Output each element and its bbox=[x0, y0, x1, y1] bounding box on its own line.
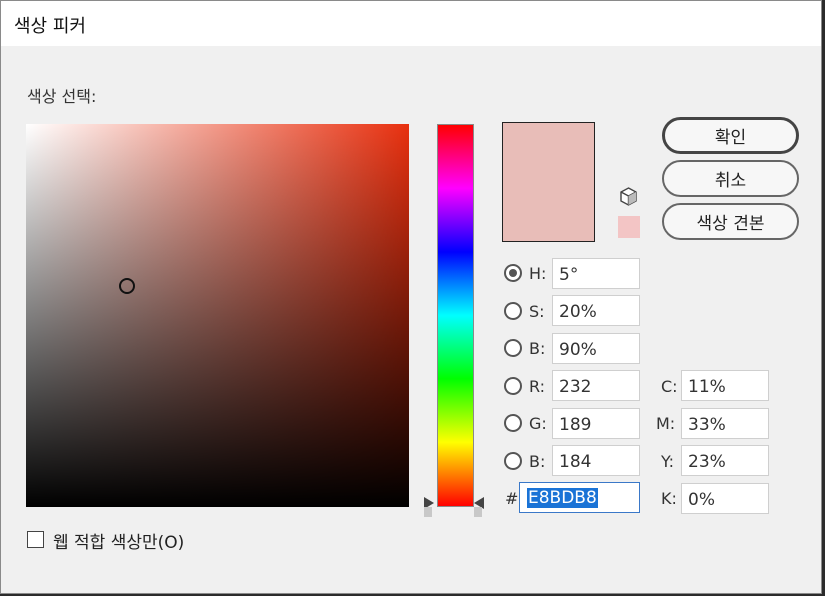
saturation-field[interactable]: 20% bbox=[552, 295, 640, 326]
hue-slider-handle-right[interactable] bbox=[474, 497, 484, 517]
web-safe-swatch[interactable] bbox=[618, 216, 640, 238]
radio-saturation[interactable] bbox=[504, 302, 522, 320]
color-picker-dialog: 색상 피커 색상 선택: 확인 취소 색상 견본 H: 5° S: 20% B:… bbox=[0, 0, 822, 594]
hue-field[interactable]: 5° bbox=[552, 258, 640, 289]
magenta-label: M: bbox=[656, 414, 676, 433]
hue-label: H: bbox=[529, 264, 547, 283]
yellow-field[interactable]: 23% bbox=[681, 445, 769, 476]
color-swatches-button[interactable]: 색상 견본 bbox=[662, 203, 799, 240]
saturation-label: S: bbox=[529, 302, 545, 321]
blue-label: B: bbox=[529, 452, 546, 471]
title-bar: 색상 피커 bbox=[1, 1, 821, 46]
ok-button[interactable]: 확인 bbox=[662, 117, 799, 154]
web-only-label[interactable]: 웹 적합 색상만(O) bbox=[53, 528, 184, 553]
hex-label: # bbox=[505, 489, 519, 508]
hue-slider[interactable] bbox=[437, 124, 474, 507]
radio-brightness[interactable] bbox=[504, 339, 522, 357]
cyan-label: C: bbox=[661, 377, 678, 396]
red-label: R: bbox=[529, 377, 546, 396]
radio-hue[interactable] bbox=[504, 264, 522, 282]
radio-green[interactable] bbox=[504, 414, 522, 432]
cancel-button[interactable]: 취소 bbox=[662, 160, 799, 197]
green-label: G: bbox=[529, 414, 547, 433]
black-field[interactable]: 0% bbox=[681, 483, 769, 514]
brightness-label: B: bbox=[529, 339, 546, 358]
black-label: K: bbox=[661, 489, 677, 508]
cube-icon[interactable] bbox=[620, 187, 637, 206]
blue-field[interactable]: 184 bbox=[552, 445, 640, 476]
radio-blue[interactable] bbox=[504, 452, 522, 470]
window-title: 색상 피커 bbox=[14, 16, 86, 37]
hex-field[interactable]: E8BDB8 bbox=[519, 482, 640, 513]
hue-slider-handle-left[interactable] bbox=[424, 497, 434, 517]
magenta-field[interactable]: 33% bbox=[681, 408, 769, 439]
green-field[interactable]: 189 bbox=[552, 408, 640, 439]
color-cursor[interactable] bbox=[119, 278, 135, 294]
current-color-swatch bbox=[502, 122, 595, 242]
yellow-label: Y: bbox=[661, 452, 675, 471]
radio-red[interactable] bbox=[504, 377, 522, 395]
hex-value-selected: E8BDB8 bbox=[527, 488, 598, 508]
select-color-label: 색상 선택: bbox=[27, 87, 97, 106]
red-field[interactable]: 232 bbox=[552, 370, 640, 401]
web-only-checkbox[interactable] bbox=[27, 531, 44, 548]
saturation-brightness-field[interactable] bbox=[26, 124, 409, 507]
brightness-field[interactable]: 90% bbox=[552, 333, 640, 364]
radio-selected-dot bbox=[509, 269, 517, 277]
cyan-field[interactable]: 11% bbox=[681, 370, 769, 401]
